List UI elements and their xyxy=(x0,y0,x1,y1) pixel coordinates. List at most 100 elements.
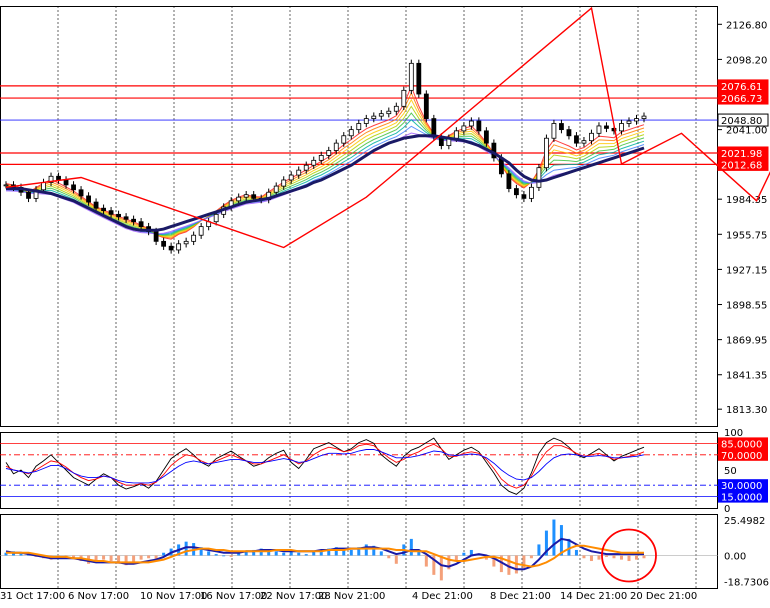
macd-histogram-bar xyxy=(529,555,533,559)
candle xyxy=(408,59,414,95)
candle-body xyxy=(108,210,114,215)
candle-body xyxy=(363,118,369,124)
macd-histogram-bar xyxy=(222,555,226,557)
macd-histogram-bar xyxy=(109,555,113,562)
candle-body xyxy=(386,110,392,115)
candle-body xyxy=(559,123,564,131)
candle-body xyxy=(371,115,377,119)
candle-body xyxy=(626,120,632,124)
candle-body xyxy=(191,234,197,242)
candle-body xyxy=(123,216,129,220)
macd-histogram-bar xyxy=(282,552,286,556)
macd-histogram-bar xyxy=(349,549,353,556)
candle-body xyxy=(461,125,467,132)
candle-body xyxy=(423,93,429,119)
candle-body xyxy=(93,201,99,209)
candle-body xyxy=(581,140,587,144)
macd-histogram-bar xyxy=(387,555,391,559)
candle-body xyxy=(198,226,204,236)
candle-body xyxy=(333,142,339,151)
macd-histogram-bar xyxy=(274,551,278,556)
macd-histogram-bar xyxy=(139,555,143,560)
candle-body xyxy=(41,182,46,191)
y-tick-label: 1927.15 xyxy=(726,265,767,276)
candle-body xyxy=(506,173,512,189)
candle-body xyxy=(574,135,579,144)
oscillator-tick-label: 0 xyxy=(724,504,730,515)
candle-body xyxy=(634,118,639,122)
macd-histogram-bar xyxy=(394,555,398,564)
candle-body xyxy=(311,159,317,166)
macd-histogram-bar xyxy=(132,555,136,563)
macd-histogram-bar xyxy=(439,555,443,581)
candle xyxy=(506,170,512,193)
candle-body xyxy=(168,245,174,251)
candle-body xyxy=(416,62,422,95)
macd-histogram-bar xyxy=(297,552,301,556)
oscillator-level-label: 15.0000 xyxy=(721,493,762,504)
candle-body xyxy=(63,179,69,186)
macd-histogram-bar xyxy=(552,519,556,556)
macd-histogram-bar xyxy=(147,555,151,559)
oscillator-level-label: 85.0000 xyxy=(721,439,762,450)
candle-body xyxy=(296,169,302,176)
candle-body xyxy=(341,135,347,144)
candle-body xyxy=(131,218,137,223)
price-level-label: 2012.68 xyxy=(721,160,762,171)
macd-histogram-bar xyxy=(424,555,428,567)
y-tick-label: 2126.80 xyxy=(726,20,767,31)
candle-body xyxy=(536,167,542,188)
candle-body xyxy=(176,243,182,251)
candle-body xyxy=(326,150,332,156)
chart-canvas[interactable]: 31 Oct 17:00 6 Nov 17:00 10 Nov 17:0016 No… xyxy=(0,0,770,603)
x-tick-label: 14 Dec 21:00 xyxy=(560,591,627,602)
macd-histogram-bar xyxy=(162,552,166,556)
macd-histogram-bar xyxy=(582,555,586,559)
y-tick-label: 1869.95 xyxy=(726,336,767,347)
macd-histogram-bar xyxy=(214,554,218,556)
x-tick-label: 10 Nov 17:00 xyxy=(140,591,207,602)
candle xyxy=(551,119,557,142)
candle-body xyxy=(101,207,106,212)
trading-chart[interactable]: 31 Oct 17:00 6 Nov 17:00 10 Nov 17:00 16 No… xyxy=(0,0,770,603)
chart-background xyxy=(0,0,770,603)
candle xyxy=(491,139,497,162)
oscillator-tick-label: 50 xyxy=(724,466,737,477)
macd-histogram-bar xyxy=(627,555,631,562)
x-tick-label: 16 Nov 17:00 xyxy=(200,591,267,602)
y-tick-label: 2098.20 xyxy=(726,55,767,66)
candle-body xyxy=(378,113,384,117)
x-tick-label: 8 Dec 21:00 xyxy=(490,591,551,602)
candle-body xyxy=(408,62,414,91)
candle-body xyxy=(566,129,572,137)
candle-body xyxy=(356,123,362,131)
candle-body xyxy=(551,123,557,139)
y-tick-label: 1955.75 xyxy=(726,230,767,241)
candle-body xyxy=(348,129,354,137)
macd-histogram-bar xyxy=(379,551,383,556)
y-tick-label: 1898.55 xyxy=(726,301,767,312)
candle-body xyxy=(604,125,609,129)
macd-histogram-bar xyxy=(409,538,413,556)
candle-body xyxy=(161,240,167,247)
candle-body xyxy=(86,195,91,203)
candle-body xyxy=(401,89,407,107)
x-tick-label: 6 Nov 17:00 xyxy=(68,591,129,602)
candle-body xyxy=(468,120,474,127)
candle-body xyxy=(288,174,294,181)
macd-histogram-bar xyxy=(589,555,593,562)
x-tick-label: 4 Dec 21:00 xyxy=(412,591,473,602)
y-tick-label: 1841.35 xyxy=(726,371,767,382)
macd-tick-label: -18.7306 xyxy=(724,577,769,588)
macd-histogram-bar xyxy=(364,544,368,556)
candle xyxy=(423,90,429,123)
candle-body xyxy=(153,231,159,242)
y-tick-label: 1813.30 xyxy=(726,405,767,416)
macd-histogram-bar xyxy=(229,555,233,557)
candle-body xyxy=(431,118,437,138)
macd-tick-label: 0.00 xyxy=(724,551,746,562)
candle-body xyxy=(56,175,61,181)
macd-histogram-bar xyxy=(634,555,638,560)
candle-body xyxy=(641,115,647,119)
candle-body xyxy=(483,130,489,144)
